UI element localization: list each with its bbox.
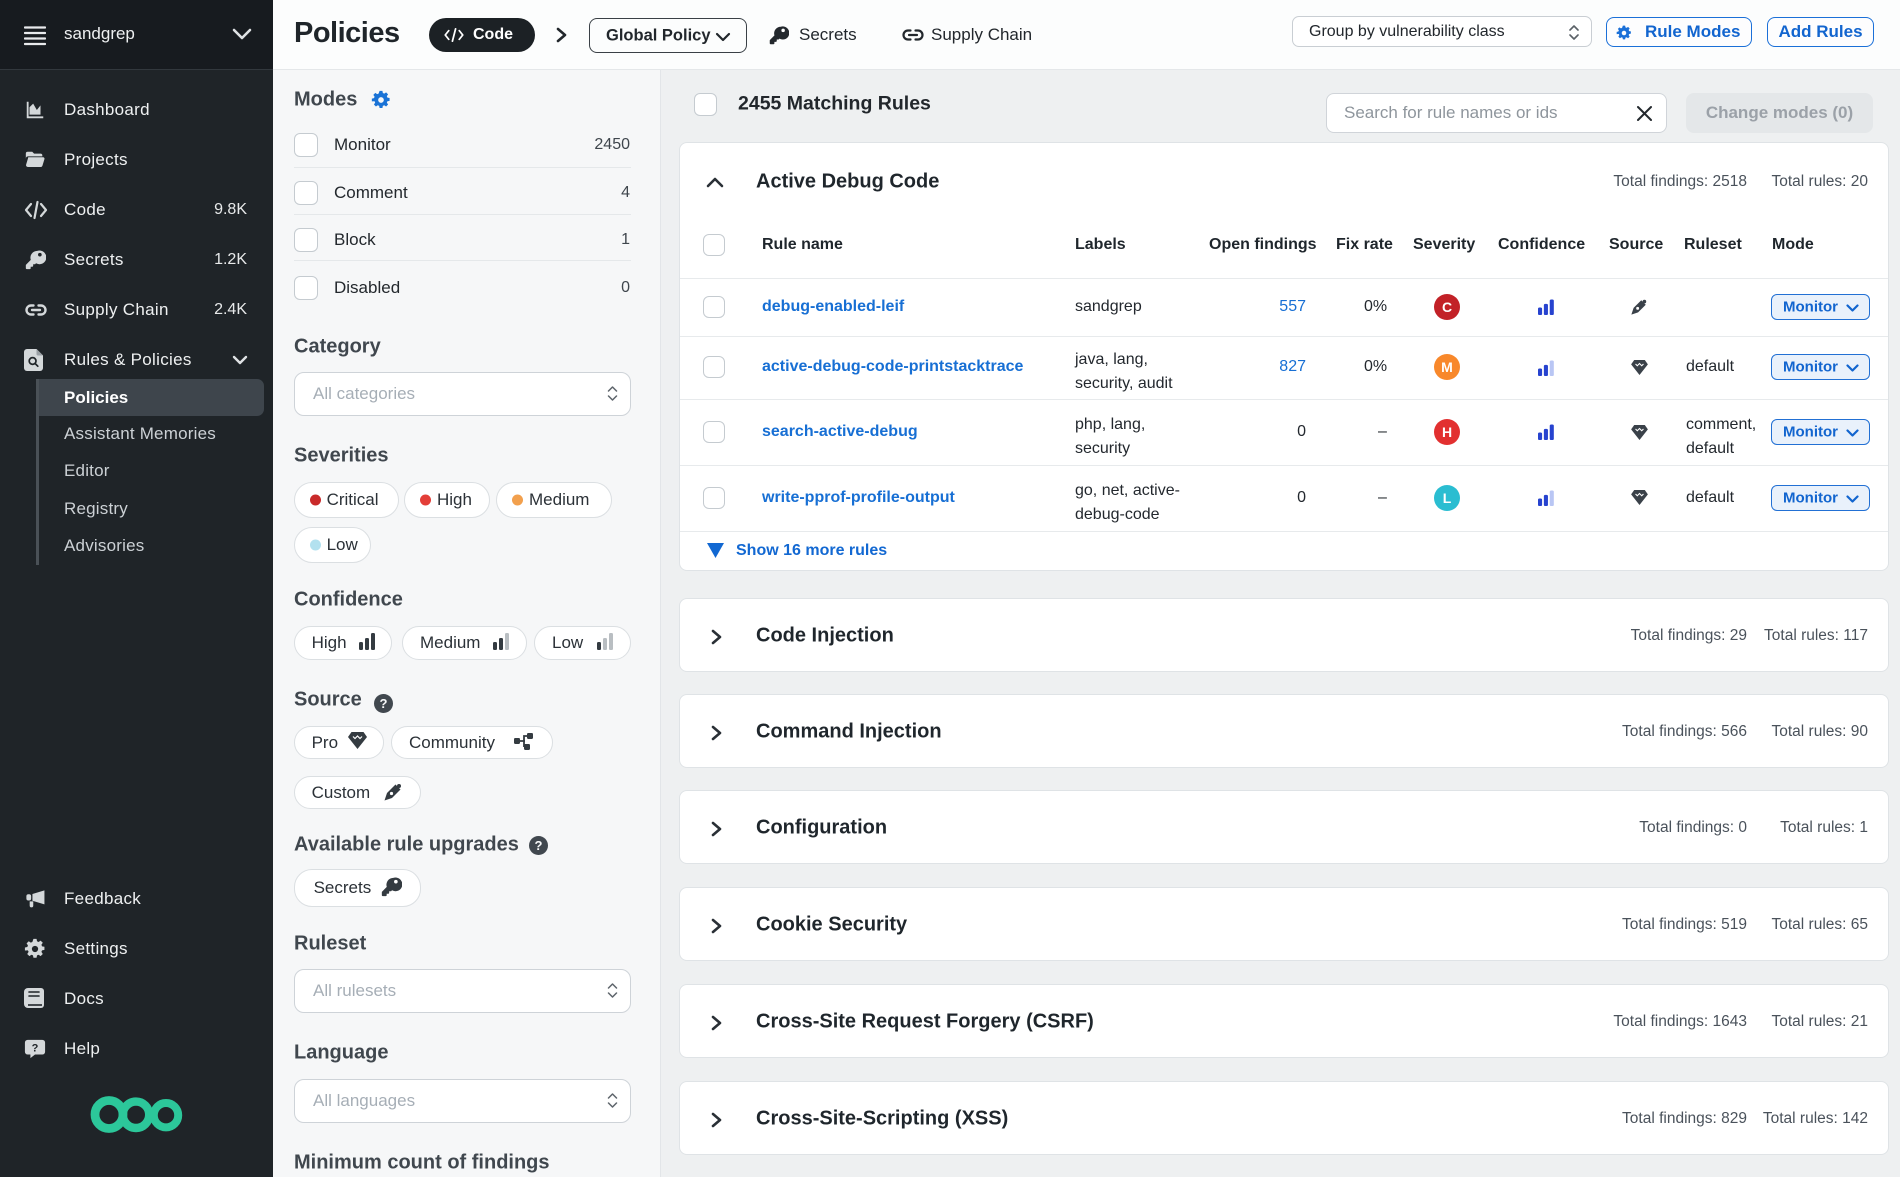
- svg-text:?: ?: [32, 1042, 39, 1054]
- svg-text:?: ?: [380, 696, 388, 711]
- svg-text:?: ?: [535, 838, 543, 853]
